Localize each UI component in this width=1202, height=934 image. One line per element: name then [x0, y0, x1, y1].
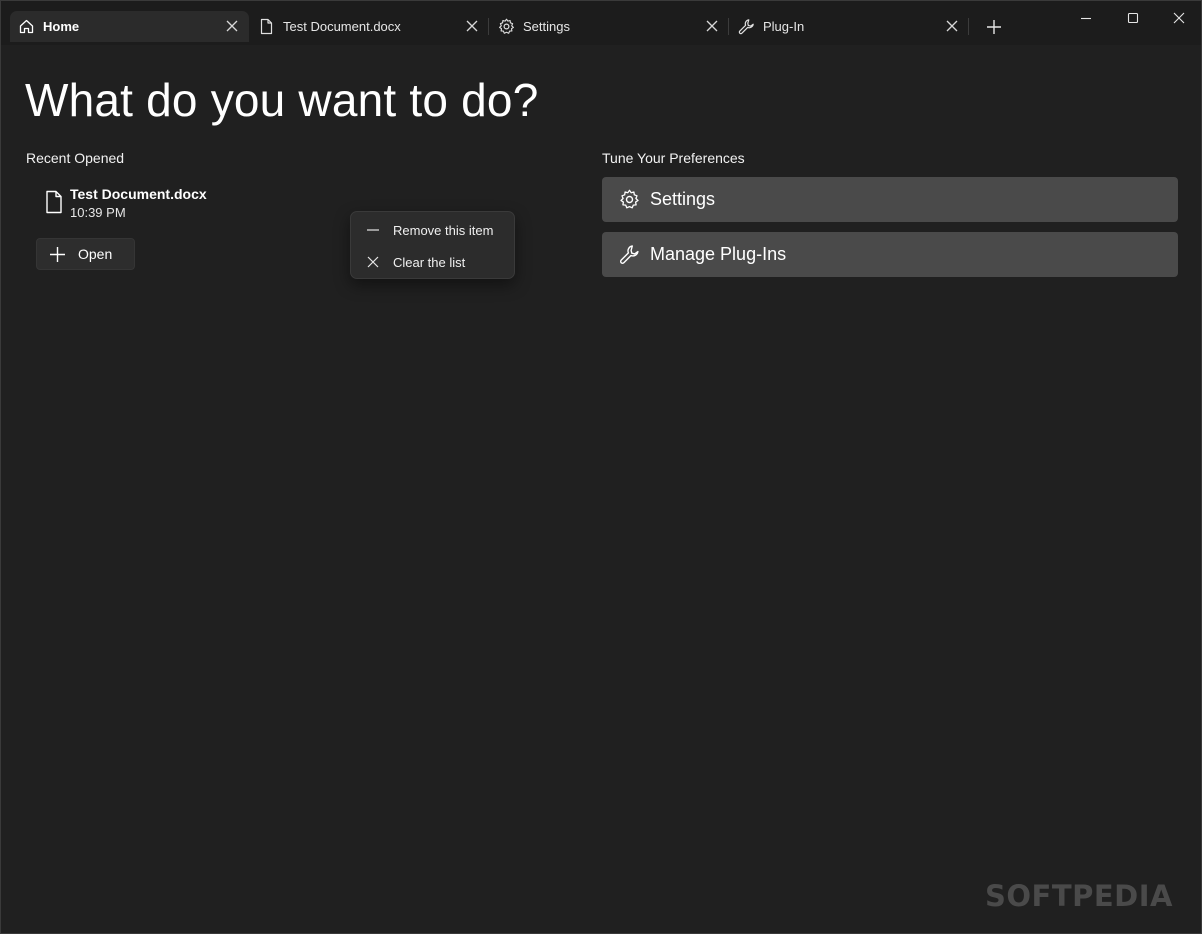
close-icon — [367, 256, 379, 268]
open-button[interactable]: Open — [36, 238, 135, 270]
tab-label: Plug-In — [763, 19, 805, 34]
tab-test-document[interactable]: Test Document.docx — [250, 11, 489, 42]
tab-divider — [488, 18, 489, 35]
document-icon — [46, 190, 62, 214]
tab-bar: Home Test Document.docx Settings Plug-In — [1, 1, 1201, 45]
recent-file-item[interactable]: Test Document.docx 10:39 PM — [37, 181, 337, 227]
recent-file-name: Test Document.docx — [70, 186, 207, 202]
page-title: What do you want to do? — [25, 74, 539, 126]
menu-item-remove[interactable]: Remove this item — [355, 215, 510, 245]
tab-settings[interactable]: Settings — [490, 11, 729, 42]
context-menu: Remove this item Clear the list — [350, 211, 515, 279]
maximize-icon[interactable] — [1122, 7, 1144, 29]
recent-file-time: 10:39 PM — [70, 205, 126, 220]
close-icon[interactable] — [705, 19, 719, 33]
close-icon[interactable] — [945, 19, 959, 33]
menu-item-label: Clear the list — [393, 255, 466, 270]
menu-item-clear-list[interactable]: Clear the list — [355, 247, 510, 277]
minimize-icon[interactable] — [1075, 7, 1097, 29]
new-tab-button[interactable] — [983, 16, 1005, 38]
document-icon — [260, 18, 273, 35]
settings-button[interactable]: Settings — [602, 177, 1178, 222]
tab-plug-in[interactable]: Plug-In — [730, 11, 969, 42]
gear-icon — [620, 189, 639, 209]
tab-divider — [968, 18, 969, 35]
home-icon — [19, 19, 34, 34]
tab-label: Home — [43, 19, 80, 34]
window-close-icon[interactable] — [1168, 7, 1190, 29]
watermark-logo: SOFTPEDIA — [985, 879, 1173, 913]
minus-icon — [367, 229, 379, 231]
settings-button-label: Settings — [650, 189, 716, 209]
close-icon[interactable] — [465, 19, 479, 33]
manage-plugins-button-label: Manage Plug-Ins — [650, 244, 787, 264]
app-window: Home Test Document.docx Settings Plug-In… — [0, 0, 1202, 934]
menu-item-label: Remove this item — [393, 223, 494, 238]
close-icon[interactable] — [225, 19, 239, 33]
preferences-label: Tune Your Preferences — [602, 150, 745, 166]
wrench-icon — [620, 245, 639, 264]
wrench-icon — [738, 19, 754, 35]
tab-label: Settings — [523, 19, 570, 34]
plus-icon — [50, 247, 65, 262]
watermark-text: SOFTPEDIA — [984, 879, 1173, 913]
gear-icon — [499, 18, 514, 34]
manage-plugins-button[interactable]: Manage Plug-Ins — [602, 232, 1178, 277]
recent-opened-label: Recent Opened — [26, 150, 125, 166]
tab-label: Test Document.docx — [283, 19, 401, 34]
open-button-label: Open — [78, 246, 113, 262]
tab-divider — [728, 18, 729, 35]
tab-home[interactable]: Home — [10, 11, 249, 42]
